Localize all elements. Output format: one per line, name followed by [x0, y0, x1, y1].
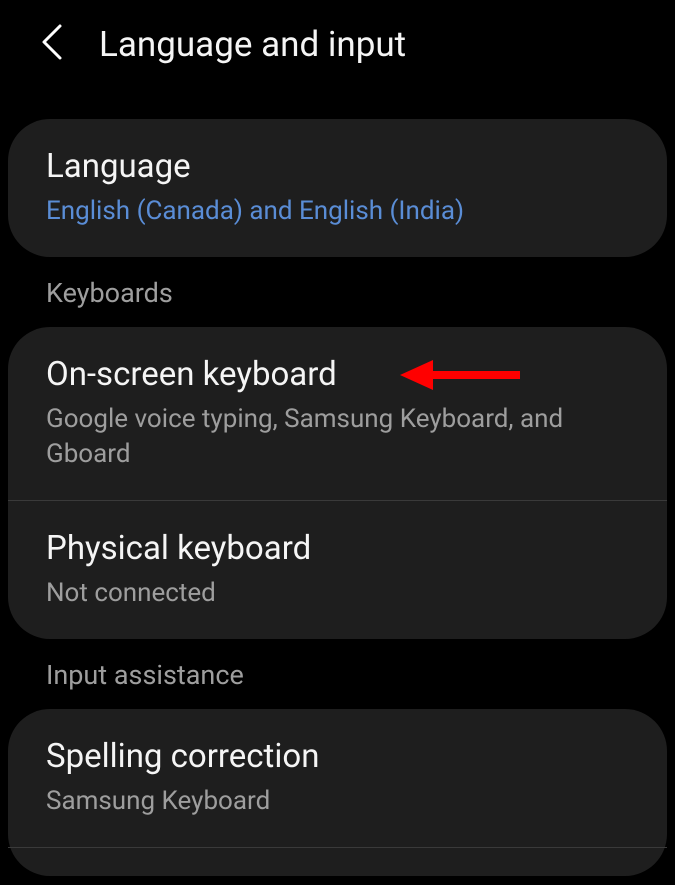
- language-item[interactable]: Language English (Canada) and English (I…: [8, 119, 667, 257]
- spelling-correction-title: Spelling correction: [46, 737, 629, 776]
- back-icon[interactable]: [40, 22, 64, 66]
- spelling-correction-item[interactable]: Spelling correction Samsung Keyboard: [8, 709, 667, 847]
- physical-keyboard-title: Physical keyboard: [46, 529, 629, 568]
- input-assistance-card: Spelling correction Samsung Keyboard: [8, 709, 667, 876]
- input-assistance-section-header: Input assistance: [0, 639, 675, 709]
- physical-keyboard-subtitle: Not connected: [46, 576, 629, 611]
- language-subtitle: English (Canada) and English (India): [46, 194, 629, 229]
- on-screen-keyboard-item[interactable]: On-screen keyboard Google voice typing, …: [8, 327, 667, 500]
- header-bar: Language and input: [0, 0, 675, 91]
- on-screen-keyboard-title: On-screen keyboard: [46, 355, 629, 394]
- keyboards-card: On-screen keyboard Google voice typing, …: [8, 327, 667, 639]
- spelling-correction-subtitle: Samsung Keyboard: [46, 784, 629, 819]
- language-title: Language: [46, 147, 629, 186]
- physical-keyboard-item[interactable]: Physical keyboard Not connected: [8, 500, 667, 639]
- keyboards-section-header: Keyboards: [0, 257, 675, 327]
- page-title: Language and input: [99, 24, 406, 65]
- on-screen-keyboard-subtitle: Google voice typing, Samsung Keyboard, a…: [46, 402, 629, 472]
- autofill-item-partial[interactable]: [8, 847, 667, 876]
- language-card: Language English (Canada) and English (I…: [8, 119, 667, 257]
